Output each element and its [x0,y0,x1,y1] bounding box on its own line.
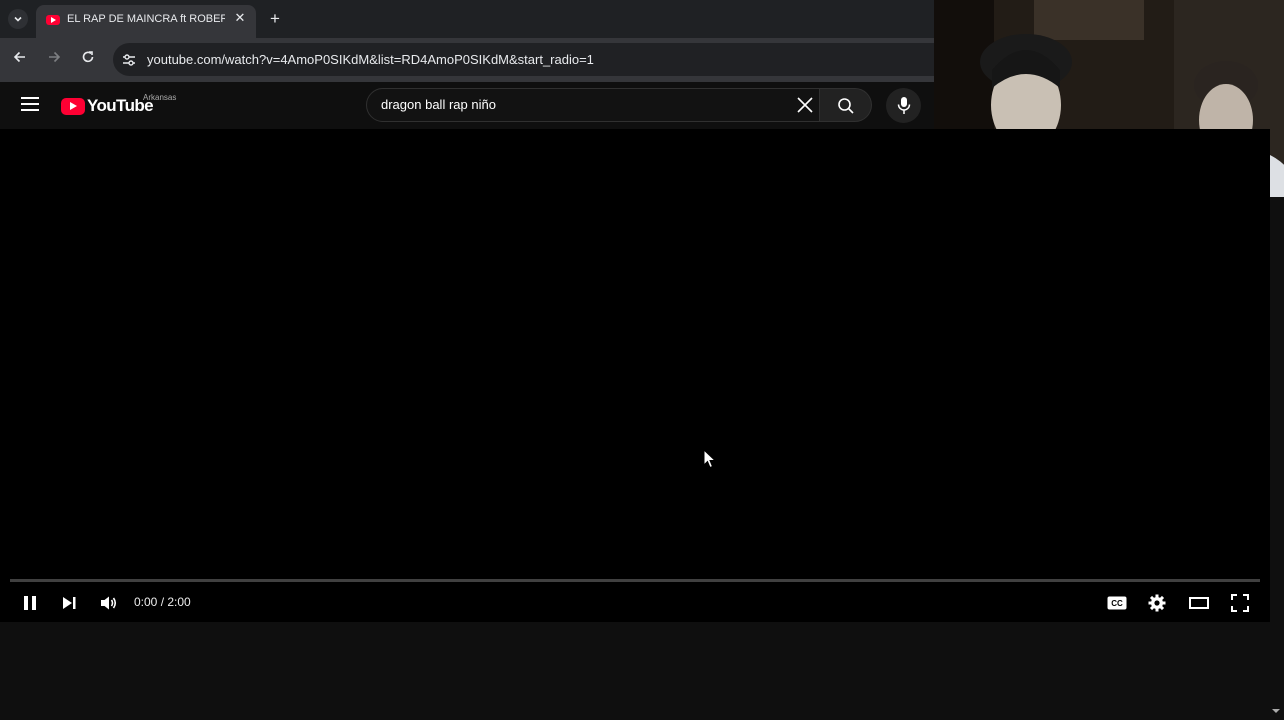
theater-mode-button[interactable] [1187,591,1211,615]
close-icon[interactable] [795,95,815,115]
tune-icon[interactable] [121,52,137,68]
volume-button[interactable] [97,591,121,615]
voice-search-button[interactable] [886,88,921,123]
youtube-favicon-icon [46,15,60,25]
arrow-right-icon [49,51,61,63]
youtube-logo[interactable]: YouTube [61,95,154,117]
microphone-icon [897,97,911,114]
url-text[interactable]: youtube.com/watch?v=4AmoP0SIKdM&list=RD4… [147,52,594,67]
back-button[interactable] [10,50,30,70]
tab-close-button[interactable]: ✕ [232,10,248,26]
region-label: Arkansas [143,93,177,102]
search-query[interactable]: dragon ball rap niño [381,97,496,112]
browser-tab-bar: EL RAP DE MAINCRA ft ROBERT ✕ + [0,0,934,38]
next-button[interactable] [57,591,81,615]
captions-button[interactable]: CC [1105,591,1129,615]
tab-search-button[interactable] [8,9,28,29]
pause-button[interactable] [18,591,42,615]
new-tab-button[interactable]: + [265,9,285,29]
search-input[interactable]: dragon ball rap niño [366,88,820,122]
video-player[interactable]: 0:00 / 2:00 CC [0,129,1270,622]
pause-icon [24,596,36,610]
youtube-header: YouTube Arkansas dragon ball rap niño [0,83,934,129]
search-button[interactable] [820,88,872,122]
tab-title: EL RAP DE MAINCRA ft ROBERT [67,13,225,25]
address-bar[interactable]: youtube.com/watch?v=4AmoP0SIKdM&list=RD4… [113,43,934,76]
next-icon [63,597,76,609]
time-display: 0:00 / 2:00 [134,595,191,609]
youtube-play-logo-icon [61,97,85,115]
reload-icon [82,51,94,63]
svg-text:CC: CC [1111,599,1123,608]
settings-button[interactable] [1145,591,1169,615]
browser-toolbar: youtube.com/watch?v=4AmoP0SIKdM&list=RD4… [0,38,934,121]
fullscreen-icon [1231,594,1249,612]
chevron-down-icon [14,16,22,22]
theater-mode-icon [1189,597,1209,609]
volume-icon [101,596,117,610]
reload-button[interactable] [78,50,98,70]
forward-button[interactable] [44,50,64,70]
gear-icon [1148,594,1166,612]
cc-icon: CC [1107,596,1127,610]
close-icon: ✕ [234,10,246,25]
mouse-cursor-icon [703,449,717,469]
page-below-player [0,622,1284,720]
fullscreen-button[interactable] [1228,591,1252,615]
arrow-left-icon [13,51,25,63]
hamburger-icon[interactable] [21,97,39,111]
scroll-down-arrow-icon[interactable] [1271,706,1281,716]
plus-icon: + [270,9,280,28]
search-icon [838,98,854,114]
progress-bar[interactable] [10,579,1260,582]
browser-tab[interactable]: EL RAP DE MAINCRA ft ROBERT ✕ [36,5,256,38]
